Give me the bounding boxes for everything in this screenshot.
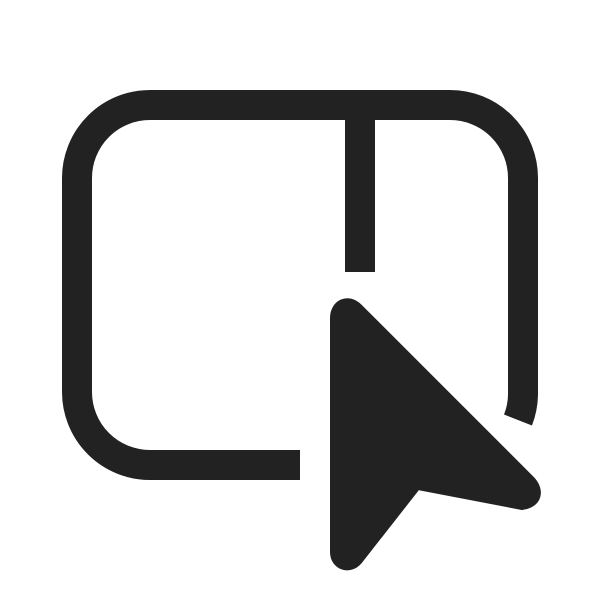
cursor-arrow-icon (330, 298, 541, 571)
window-pointer-icon (62, 90, 541, 571)
icon-canvas (0, 0, 600, 600)
